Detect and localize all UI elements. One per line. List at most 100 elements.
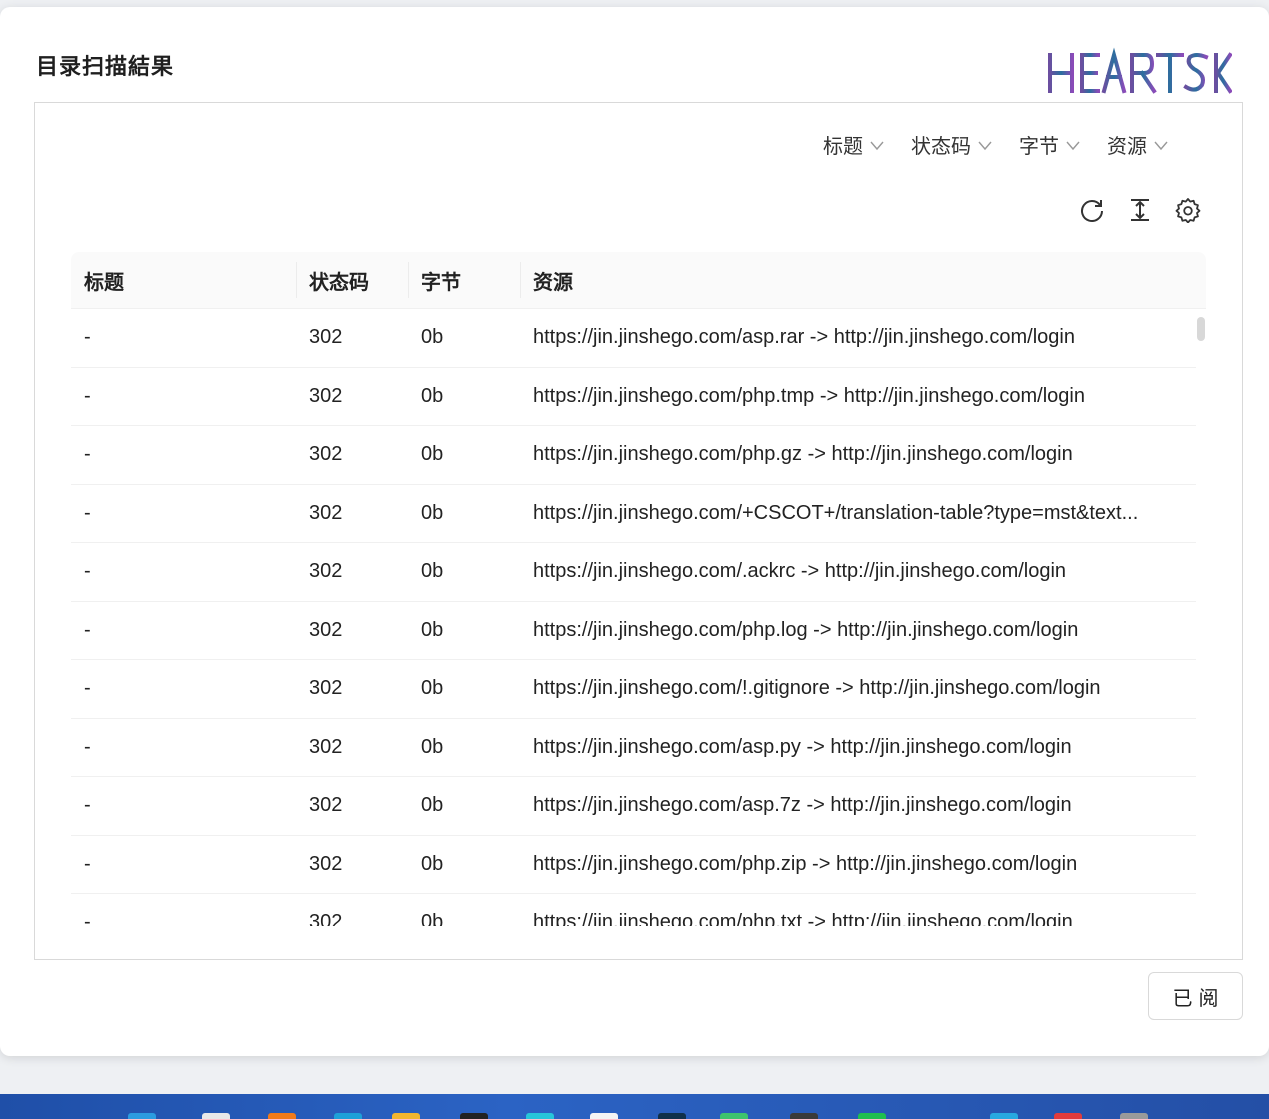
- table-body: - 302 0b https://jin.jinshego.com/asp.ra…: [71, 309, 1196, 926]
- settings-button[interactable]: [1174, 196, 1202, 224]
- taskbar-app-icon[interactable]: [1054, 1113, 1082, 1119]
- density-button[interactable]: [1126, 196, 1154, 224]
- refresh-button[interactable]: [1078, 196, 1106, 224]
- filter-label: 字节: [1019, 136, 1059, 158]
- table-row[interactable]: - 302 0b https://jin.jinshego.com/asp.ra…: [71, 309, 1196, 368]
- table-row[interactable]: - 302 0b https://jin.jinshego.com/!.giti…: [71, 660, 1196, 719]
- cell-bytes: 0b: [421, 443, 444, 466]
- cell-status: 302: [309, 501, 343, 524]
- filter-title[interactable]: 标题: [823, 130, 885, 159]
- table-scrollbar[interactable]: [1196, 309, 1206, 925]
- cell-title: -: [84, 852, 91, 875]
- cell-status: 302: [309, 560, 343, 583]
- taskbar-app-icon[interactable]: [202, 1113, 230, 1119]
- cell-title: -: [84, 326, 91, 349]
- cell-status: 302: [309, 735, 343, 758]
- taskbar-app-icon[interactable]: [790, 1113, 818, 1119]
- filter-label: 标题: [823, 136, 863, 158]
- results-table: 标题 状态码 字节 资源 - 302 0b https://jin.jinshe…: [71, 252, 1206, 926]
- column-header-resource[interactable]: 资源: [520, 252, 1195, 308]
- taskbar-app-icon[interactable]: [526, 1113, 554, 1119]
- cell-status: 302: [309, 677, 343, 700]
- cell-status: 302: [309, 618, 343, 641]
- table-row[interactable]: - 302 0b https://jin.jinshego.com/php.zi…: [71, 836, 1196, 894]
- table-header: 标题 状态码 字节 资源: [71, 252, 1206, 309]
- taskbar-app-icon[interactable]: [392, 1113, 420, 1119]
- taskbar-app-icon[interactable]: [720, 1113, 748, 1119]
- cell-bytes: 0b: [421, 794, 444, 817]
- cell-bytes: 0b: [421, 501, 444, 524]
- taskbar-app-icon[interactable]: [334, 1113, 362, 1119]
- cell-bytes: 0b: [421, 735, 444, 758]
- cell-status: 302: [309, 794, 343, 817]
- table-row[interactable]: - 302 0b https://jin.jinshego.com/asp.7z…: [71, 777, 1196, 836]
- cell-bytes: 0b: [421, 852, 444, 875]
- cell-bytes: 0b: [421, 911, 444, 926]
- cell-bytes: 0b: [421, 677, 444, 700]
- heartsk-logo: [1048, 47, 1232, 94]
- taskbar-app-icon[interactable]: [590, 1113, 618, 1119]
- cell-status: 302: [309, 384, 343, 407]
- cell-title: -: [84, 794, 91, 817]
- column-header-title[interactable]: 标题: [71, 252, 296, 308]
- cell-resource: https://jin.jinshego.com/+CSCOT+/transla…: [533, 501, 1139, 524]
- column-filters: 标题 状态码 字节 资源: [823, 130, 1169, 159]
- cell-bytes: 0b: [421, 384, 444, 407]
- cell-bytes: 0b: [421, 618, 444, 641]
- cell-title: -: [84, 735, 91, 758]
- cell-status: 302: [309, 443, 343, 466]
- cell-status: 302: [309, 326, 343, 349]
- filter-label: 状态码: [911, 136, 971, 158]
- taskbar-app-icon[interactable]: [128, 1113, 156, 1119]
- filter-resource[interactable]: 资源: [1107, 130, 1169, 159]
- taskbar-app-icon[interactable]: [858, 1113, 886, 1119]
- table-row[interactable]: - 302 0b https://jin.jinshego.com/.ackrc…: [71, 543, 1196, 602]
- taskbar-app-icon[interactable]: [990, 1113, 1018, 1119]
- cell-title: -: [84, 618, 91, 641]
- column-header-status[interactable]: 状态码: [296, 252, 408, 308]
- taskbar-app-icon[interactable]: [268, 1113, 296, 1119]
- cell-status: 302: [309, 911, 343, 926]
- cell-status: 302: [309, 852, 343, 875]
- cell-resource: https://jin.jinshego.com/!.gitignore -> …: [533, 677, 1101, 700]
- taskbar-app-icon[interactable]: [658, 1113, 686, 1119]
- cell-title: -: [84, 911, 91, 926]
- filter-status-code[interactable]: 状态码: [911, 130, 993, 159]
- chevron-down-icon: [978, 141, 992, 150]
- taskbar-app-icon[interactable]: [1120, 1113, 1148, 1119]
- cell-resource: https://jin.jinshego.com/php.txt -> http…: [533, 911, 1073, 926]
- cell-resource: https://jin.jinshego.com/php.tmp -> http…: [533, 384, 1085, 407]
- cell-resource: https://jin.jinshego.com/.ackrc -> http:…: [533, 560, 1067, 583]
- table-row[interactable]: - 302 0b https://jin.jinshego.com/php.tm…: [71, 368, 1196, 426]
- cell-title: -: [84, 384, 91, 407]
- cell-resource: https://jin.jinshego.com/php.log -> http…: [533, 618, 1079, 641]
- column-header-bytes[interactable]: 字节: [408, 252, 520, 308]
- cell-resource: https://jin.jinshego.com/asp.rar -> http…: [533, 326, 1075, 349]
- mark-read-button[interactable]: 已阅: [1148, 972, 1243, 1020]
- dialog-title: 目录扫描結果: [36, 54, 175, 79]
- refresh-icon: [1081, 200, 1103, 222]
- settings-icon: [1175, 198, 1201, 223]
- scrollbar-thumb[interactable]: [1197, 317, 1205, 341]
- table-row[interactable]: - 302 0b https://jin.jinshego.com/+CSCOT…: [71, 485, 1196, 543]
- cell-resource: https://jin.jinshego.com/php.zip -> http…: [533, 852, 1078, 875]
- chevron-down-icon: [1154, 141, 1168, 150]
- table-row[interactable]: - 302 0b https://jin.jinshego.com/asp.py…: [71, 719, 1196, 777]
- filter-label: 资源: [1107, 136, 1147, 158]
- table-row[interactable]: - 302 0b https://jin.jinshego.com/php.lo…: [71, 602, 1196, 660]
- cell-title: -: [84, 443, 91, 466]
- table-toolbar: [1078, 196, 1202, 224]
- cell-resource: https://jin.jinshego.com/asp.7z -> http:…: [533, 794, 1072, 817]
- cell-resource: https://jin.jinshego.com/asp.py -> http:…: [533, 735, 1072, 758]
- chevron-down-icon: [870, 141, 884, 150]
- taskbar-app-icon[interactable]: [460, 1113, 488, 1119]
- cell-resource: https://jin.jinshego.com/php.gz -> http:…: [533, 443, 1073, 466]
- column-height-icon: [1131, 199, 1149, 221]
- table-row[interactable]: - 302 0b https://jin.jinshego.com/php.gz…: [71, 426, 1196, 485]
- table-row[interactable]: - 302 0b https://jin.jinshego.com/php.tx…: [71, 894, 1196, 926]
- chevron-down-icon: [1066, 141, 1080, 150]
- filter-bytes[interactable]: 字节: [1019, 130, 1081, 159]
- cell-bytes: 0b: [421, 560, 444, 583]
- cell-title: -: [84, 501, 91, 524]
- cell-title: -: [84, 677, 91, 700]
